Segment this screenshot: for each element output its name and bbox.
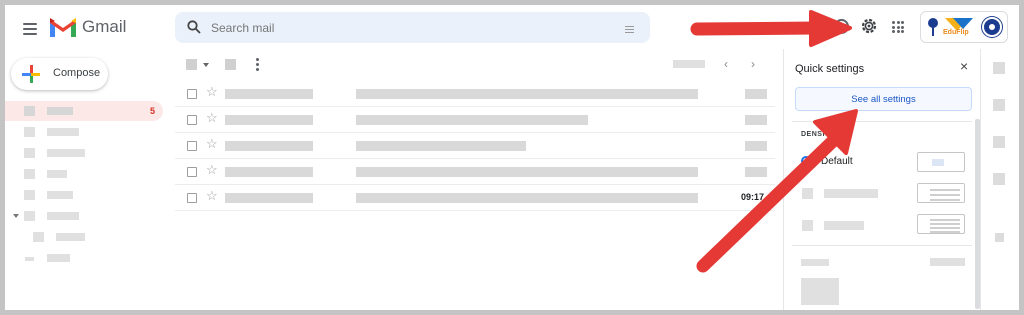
arrow-to-settings-icon — [690, 10, 852, 47]
gmail-window: Gmail EduFlip Compose 5 — [5, 5, 1019, 310]
annotation-arrows — [690, 10, 858, 273]
arrow-to-see-all-settings — [696, 109, 858, 273]
